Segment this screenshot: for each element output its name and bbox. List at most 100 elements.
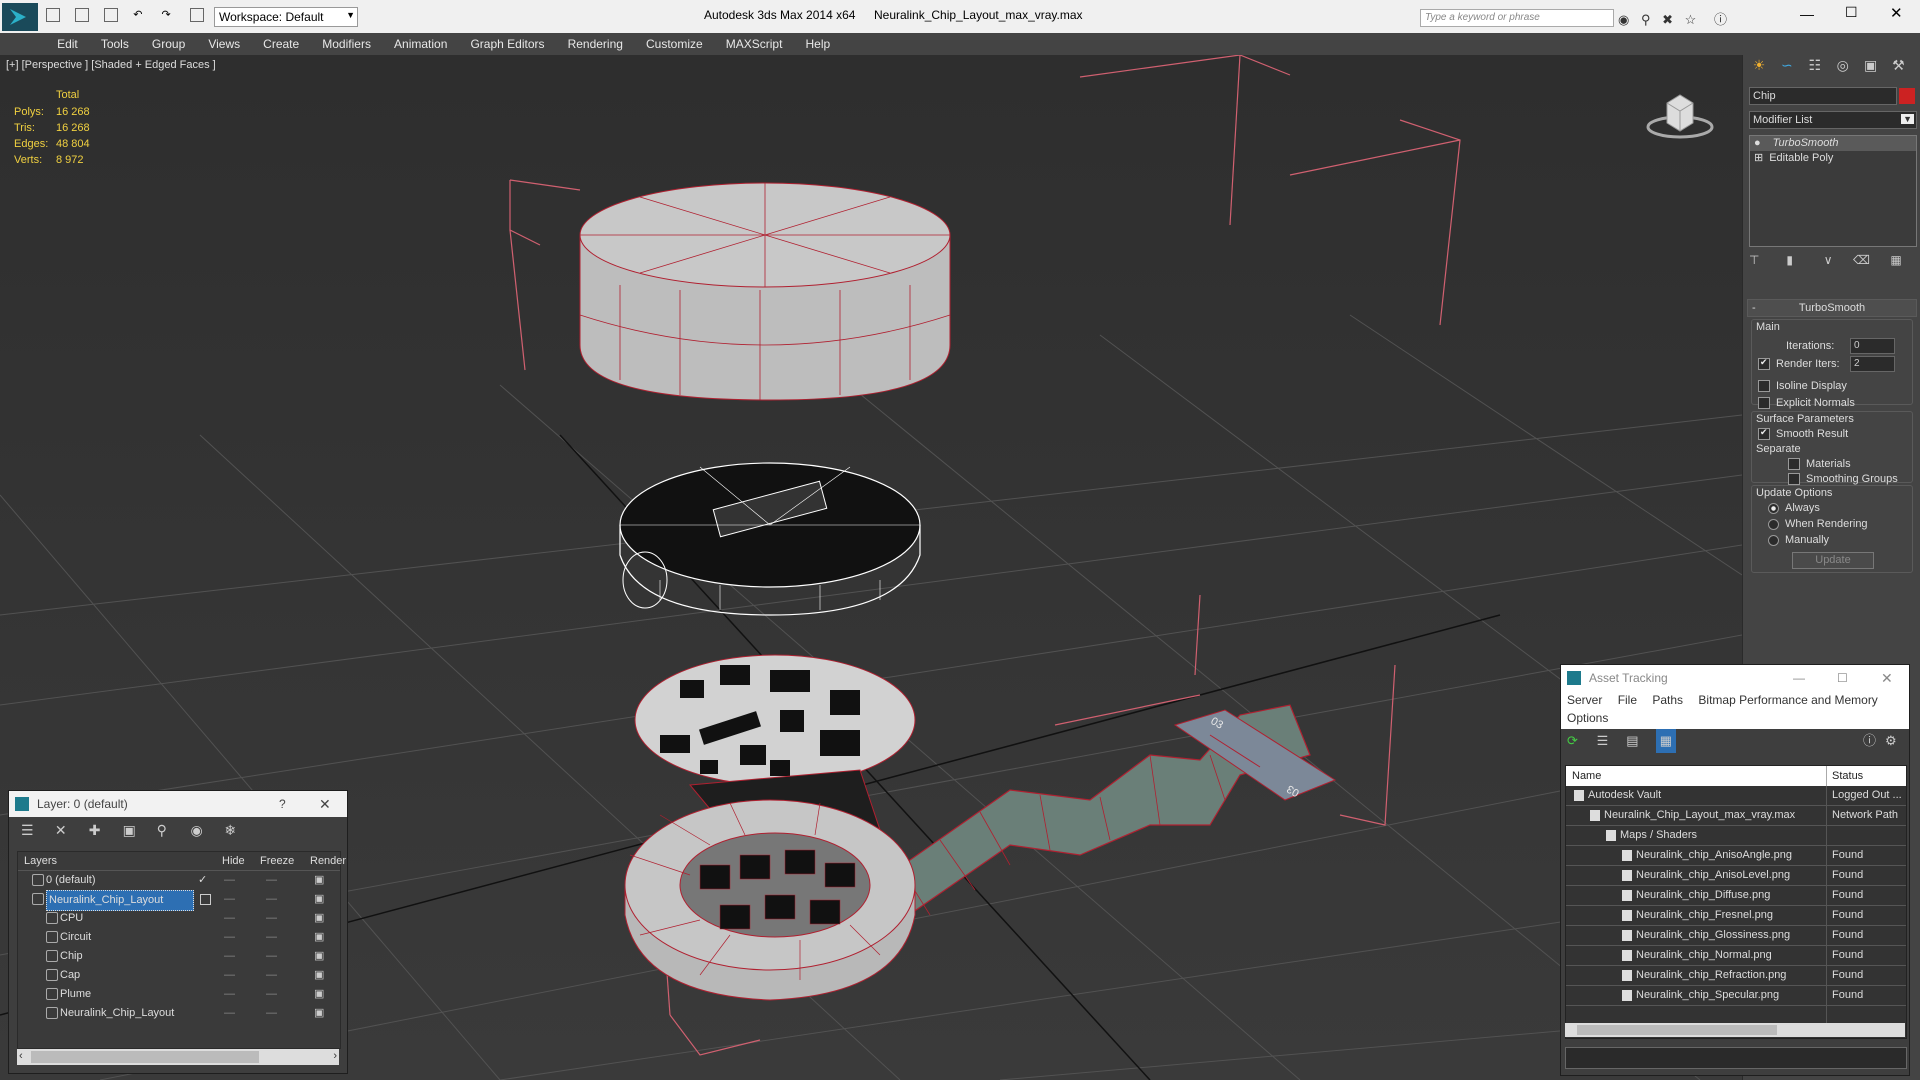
asset-row[interactable]: Maps / Shaders bbox=[1566, 826, 1906, 846]
stack-item-editable-poly[interactable]: ⊞ Editable Poly bbox=[1750, 151, 1916, 166]
modify-tab-icon[interactable]: ∽ bbox=[1775, 57, 1799, 74]
hide-toggle[interactable]: — bbox=[224, 909, 235, 928]
menu-graph-editors[interactable]: Graph Editors bbox=[460, 33, 554, 51]
new-file-icon[interactable] bbox=[46, 8, 60, 23]
scroll-right-icon[interactable]: › bbox=[333, 1050, 337, 1062]
asset-row[interactable]: Neuralink_chip_AnisoAngle.png Found bbox=[1566, 846, 1906, 866]
maximize-icon[interactable]: ☐ bbox=[1845, 4, 1858, 21]
close-icon[interactable]: ✕ bbox=[1881, 665, 1893, 691]
remove-modifier-icon[interactable]: ⌫ bbox=[1853, 253, 1887, 267]
hide-toggle[interactable]: — bbox=[224, 966, 235, 985]
freeze-toggle[interactable]: — bbox=[266, 947, 277, 966]
freeze-toggle[interactable]: — bbox=[266, 928, 277, 947]
layer-row[interactable]: CPU — — ▣ bbox=[18, 909, 340, 928]
scroll-thumb[interactable] bbox=[1577, 1025, 1777, 1035]
hide-toggle[interactable]: — bbox=[224, 871, 235, 890]
asset-row[interactable]: Autodesk Vault Logged Out ... bbox=[1566, 786, 1906, 806]
close-icon[interactable]: ✕ bbox=[319, 791, 331, 817]
asset-row[interactable]: Neuralink_chip_Refraction.png Found bbox=[1566, 966, 1906, 986]
project-folder-icon[interactable] bbox=[189, 8, 204, 23]
app-logo[interactable] bbox=[2, 3, 38, 31]
freeze-toggle[interactable]: — bbox=[266, 966, 277, 985]
tree-view-icon[interactable]: ▤ bbox=[1626, 729, 1652, 753]
column-header[interactable]: Name bbox=[1572, 766, 1601, 786]
new-layer-icon[interactable]: ☰ bbox=[21, 817, 51, 843]
display-tab-icon[interactable]: ▣ bbox=[1859, 57, 1883, 74]
motion-tab-icon[interactable]: ◎ bbox=[1831, 57, 1855, 74]
menu-create[interactable]: Create bbox=[253, 33, 309, 51]
open-file-icon[interactable] bbox=[75, 8, 90, 23]
render-toggle-icon[interactable]: ▣ bbox=[314, 928, 324, 947]
layer-row[interactable]: Cap — — ▣ bbox=[18, 966, 340, 985]
object-name-field[interactable]: Chip bbox=[1749, 87, 1897, 105]
menu-modifiers[interactable]: Modifiers bbox=[312, 33, 381, 51]
manually-radio[interactable]: Manually bbox=[1768, 534, 1829, 546]
help-icon[interactable]: ⓘ bbox=[1863, 729, 1876, 753]
layer-row[interactable]: Plume — — ▣ bbox=[18, 985, 340, 1004]
asset-row[interactable]: Neuralink_chip_Glossiness.png Found bbox=[1566, 926, 1906, 946]
viewcube[interactable] bbox=[1645, 85, 1715, 145]
asset-row[interactable]: Neuralink_chip_Diffuse.png Found bbox=[1566, 886, 1906, 906]
render-toggle-icon[interactable]: ▣ bbox=[314, 890, 324, 909]
modifier-list-dropdown[interactable]: Modifier List ▼ bbox=[1749, 111, 1917, 129]
redo-icon[interactable]: ↷ bbox=[161, 9, 170, 21]
when-rendering-radio[interactable]: When Rendering bbox=[1768, 518, 1868, 530]
layer-row[interactable]: Neuralink_Chip_Layout — — ▣ bbox=[18, 890, 340, 911]
delete-layer-icon[interactable]: ✕ bbox=[55, 817, 85, 843]
asset-hscrollbar[interactable] bbox=[1565, 1023, 1905, 1037]
favorites-icon[interactable]: ☆ bbox=[1685, 12, 1697, 27]
help-button[interactable]: ? bbox=[279, 791, 286, 817]
menu-views[interactable]: Views bbox=[198, 33, 250, 51]
maximize-icon[interactable]: ☐ bbox=[1837, 665, 1848, 691]
hide-toggle[interactable]: — bbox=[224, 947, 235, 966]
refresh-icon[interactable]: ⟳ bbox=[1567, 729, 1593, 753]
column-header[interactable]: Freeze bbox=[260, 852, 294, 870]
add-to-layer-icon[interactable]: ✚ bbox=[89, 817, 119, 843]
asset-window-titlebar[interactable]: Asset Tracking — ☐ ✕ bbox=[1561, 665, 1909, 691]
hierarchy-tab-icon[interactable]: ☷ bbox=[1803, 57, 1827, 74]
menu-rendering[interactable]: Rendering bbox=[558, 33, 633, 51]
freeze-toggle[interactable]: — bbox=[266, 871, 277, 890]
asset-menu-file[interactable]: File bbox=[1618, 693, 1637, 707]
render-iters-spinner[interactable]: 2 bbox=[1850, 356, 1895, 372]
highlight-layer-icon[interactable]: ⚲ bbox=[157, 817, 187, 843]
hide-toggle[interactable]: — bbox=[224, 1004, 235, 1023]
update-button[interactable]: Update bbox=[1792, 552, 1874, 569]
minimize-icon[interactable]: — bbox=[1793, 665, 1805, 691]
column-header[interactable]: Status bbox=[1832, 766, 1863, 786]
show-end-result-icon[interactable]: ▮ bbox=[1786, 253, 1820, 267]
layer-row[interactable]: Chip — — ▣ bbox=[18, 947, 340, 966]
hide-toggle[interactable]: — bbox=[224, 985, 235, 1004]
asset-menu-paths[interactable]: Paths bbox=[1652, 693, 1683, 707]
pin-stack-icon[interactable]: ⊤ bbox=[1749, 253, 1783, 267]
utilities-tab-icon[interactable]: ⚒ bbox=[1886, 57, 1910, 74]
list-view-icon[interactable]: ☰ bbox=[1597, 729, 1623, 753]
help-icon[interactable]: ⓘ bbox=[1714, 12, 1727, 27]
asset-row[interactable]: Neuralink_chip_Fresnel.png Found bbox=[1566, 906, 1906, 926]
freeze-all-icon[interactable]: ❄ bbox=[224, 817, 254, 843]
rollout-header[interactable]: - TurboSmooth bbox=[1747, 299, 1917, 317]
tools-icon[interactable]: ✖ bbox=[1662, 12, 1673, 27]
menu-group[interactable]: Group bbox=[142, 33, 195, 51]
search-input[interactable]: Type a keyword or phrase bbox=[1420, 9, 1614, 27]
scroll-left-icon[interactable]: ‹ bbox=[19, 1050, 23, 1062]
asset-row[interactable]: Neuralink_chip_AnisoLevel.png Found bbox=[1566, 866, 1906, 886]
make-unique-icon[interactable]: ∨ bbox=[1824, 253, 1850, 267]
render-toggle-icon[interactable]: ▣ bbox=[314, 909, 324, 928]
iterations-spinner[interactable]: 0 bbox=[1850, 338, 1895, 354]
layer-window-titlebar[interactable]: Layer: 0 (default) ? ✕ bbox=[9, 791, 347, 817]
menu-maxscript[interactable]: MAXScript bbox=[716, 33, 793, 51]
render-toggle-icon[interactable]: ▣ bbox=[314, 1004, 324, 1023]
table-view-icon[interactable]: ▦ bbox=[1655, 729, 1676, 753]
always-radio[interactable]: Always bbox=[1768, 502, 1820, 514]
save-file-icon[interactable] bbox=[104, 8, 119, 23]
layer-scrollbar[interactable]: ‹ › bbox=[17, 1049, 339, 1065]
render-toggle-icon[interactable]: ▣ bbox=[314, 966, 324, 985]
settings-icon[interactable]: ⚙ bbox=[1885, 729, 1897, 753]
render-toggle-icon[interactable]: ▣ bbox=[314, 947, 324, 966]
menu-animation[interactable]: Animation bbox=[384, 33, 457, 51]
binoculars-icon[interactable]: ◉ bbox=[1618, 12, 1629, 27]
configure-sets-icon[interactable]: ▦ bbox=[1890, 253, 1901, 267]
stack-item-turbosmooth[interactable]: ● TurboSmooth bbox=[1750, 136, 1916, 151]
object-color-swatch[interactable] bbox=[1899, 88, 1915, 104]
